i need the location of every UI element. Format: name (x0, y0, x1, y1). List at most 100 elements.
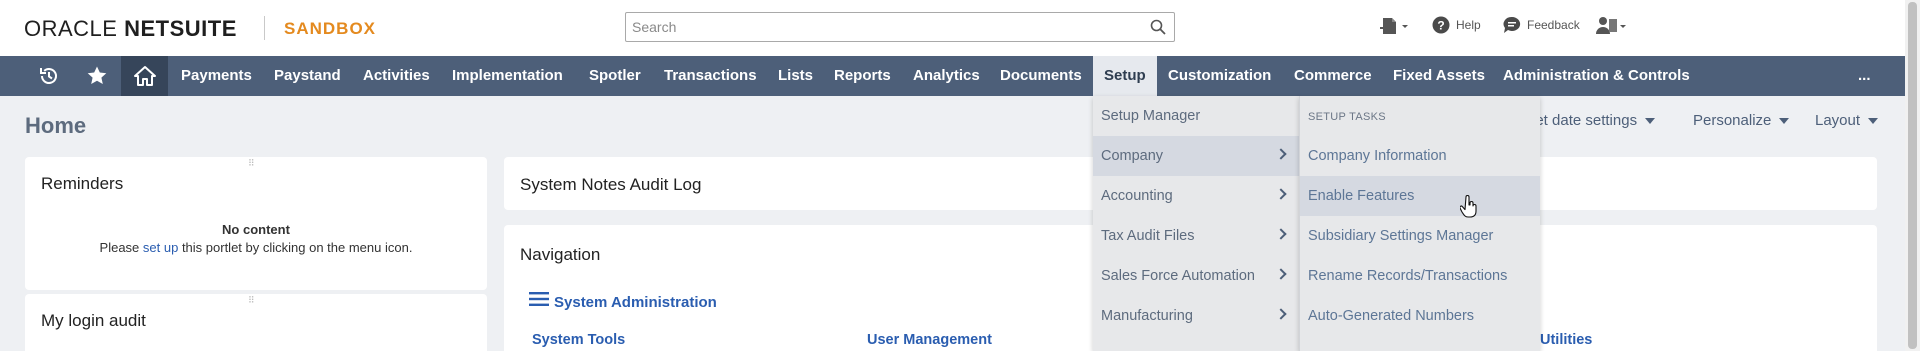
nav-transactions[interactable]: Transactions (653, 56, 768, 96)
no-content-text: No content (25, 222, 487, 237)
favorites-button[interactable] (76, 56, 118, 96)
page-title: Home (25, 113, 87, 138)
star-icon (87, 66, 107, 84)
nav-implementation[interactable]: Implementation (441, 56, 574, 96)
nav-documents[interactable]: Documents (989, 56, 1093, 96)
global-search[interactable] (625, 12, 1175, 42)
chevron-right-icon (1275, 228, 1287, 240)
help-link[interactable]: ? Help (1432, 16, 1481, 34)
svg-text:?: ? (1437, 19, 1444, 33)
help-label: Help (1456, 18, 1481, 32)
system-tools-link[interactable]: System Tools (532, 332, 625, 348)
company-submenu: SETUP TASKS Company Information Enable F… (1299, 96, 1540, 351)
menu-item-sales-force-automation[interactable]: Sales Force Automation (1093, 256, 1299, 296)
menu-item-setup-manager[interactable]: Setup Manager (1093, 96, 1299, 136)
login-audit-title: My login audit (41, 311, 146, 330)
hand-cursor-icon (1460, 195, 1477, 218)
home-icon (133, 66, 156, 86)
menu-item-label: Setup Manager (1101, 108, 1201, 124)
help-icon: ? (1432, 16, 1450, 34)
login-audit-portlet: ⠿ My login audit (25, 294, 487, 351)
menu-item-label: Company (1101, 148, 1164, 164)
setup-instruction-suffix: this portlet by clicking on the menu ico… (178, 240, 413, 255)
no-content-label: No content (222, 222, 290, 237)
nav-paystand[interactable]: Paystand (263, 56, 352, 96)
nav-setup[interactable]: Setup (1093, 56, 1157, 96)
chevron-right-icon (1275, 308, 1287, 320)
setup-instruction: Please set up this portlet by clicking o… (25, 240, 487, 255)
menu-item-tax-audit-files[interactable]: Tax Audit Files (1093, 216, 1299, 256)
personalize-label: Personalize (1693, 112, 1772, 129)
oracle-netsuite-logo[interactable]: ORACLE NETSUITE (24, 16, 237, 42)
drag-handle-icon[interactable]: ⠿ (248, 296, 264, 305)
nav-fixed-assets[interactable]: Fixed Assets (1382, 56, 1496, 96)
portlet-date-settings-menu[interactable]: let date settings (1532, 112, 1656, 129)
submenu-company-information[interactable]: Company Information (1300, 136, 1540, 176)
chevron-down-icon (1868, 117, 1879, 124)
menu-item-label: Tax Audit Files (1101, 228, 1195, 244)
top-header: ORACLE NETSUITE SANDBOX ? Help Feedback (0, 0, 1920, 56)
main-navigation: Payments Paystand Activities Implementat… (0, 56, 1905, 96)
feedback-icon (1503, 16, 1521, 33)
nav-activities[interactable]: Activities (352, 56, 441, 96)
logo-oracle-text: ORACLE (24, 16, 125, 41)
menu-list-icon (529, 292, 549, 306)
recent-records-button[interactable] (28, 56, 70, 96)
setup-instruction-prefix: Please (99, 240, 143, 255)
chevron-right-icon (1275, 148, 1287, 160)
page-scrollbar[interactable] (1905, 0, 1920, 351)
nav-payments[interactable]: Payments (170, 56, 263, 96)
submenu-auto-generated-numbers[interactable]: Auto-Generated Numbers (1300, 296, 1540, 336)
reminders-title: Reminders (41, 174, 124, 193)
setup-dropdown-menu: Setup Manager Company Accounting Tax Aud… (1093, 96, 1299, 351)
environment-badge: SANDBOX (284, 19, 377, 38)
menu-item-label: Accounting (1101, 188, 1173, 204)
nav-reports[interactable]: Reports (823, 56, 902, 96)
set-up-link[interactable]: set up (143, 240, 178, 255)
chevron-right-icon (1275, 268, 1287, 280)
chevron-right-icon (1275, 188, 1287, 200)
menu-item-label: Manufacturing (1101, 308, 1193, 324)
feedback-label: Feedback (1527, 18, 1580, 32)
drag-handle-icon[interactable]: ⠿ (248, 159, 264, 168)
system-administration-link[interactable]: System Administration (554, 294, 717, 311)
nav-commerce[interactable]: Commerce (1283, 56, 1383, 96)
personalize-menu[interactable]: Personalize (1693, 112, 1790, 129)
submenu-subsidiary-settings-manager[interactable]: Subsidiary Settings Manager (1300, 216, 1540, 256)
menu-item-manufacturing[interactable]: Manufacturing (1093, 296, 1299, 336)
search-input[interactable] (626, 13, 1136, 41)
home-button[interactable] (121, 56, 168, 96)
create-new-icon (1380, 18, 1408, 34)
nav-more-button[interactable]: ... (1847, 56, 1882, 96)
history-icon (40, 68, 57, 84)
nav-administration-controls[interactable]: Administration & Controls (1492, 56, 1701, 96)
submenu-enable-features[interactable]: Enable Features (1300, 176, 1540, 216)
chevron-down-icon (1779, 117, 1790, 124)
system-notes-title: System Notes Audit Log (520, 175, 702, 194)
logo-netsuite-text: NETSUITE (124, 16, 237, 41)
reminders-portlet: ⠿ Reminders No content Please set up thi… (25, 157, 487, 290)
menu-item-label: Sales Force Automation (1101, 268, 1255, 284)
nav-analytics[interactable]: Analytics (902, 56, 991, 96)
search-icon[interactable] (1150, 19, 1166, 35)
submenu-rename-records-transactions[interactable]: Rename Records/Transactions (1300, 256, 1540, 296)
user-roles-icon (1596, 17, 1626, 34)
logo-divider (264, 16, 265, 40)
recent-records-menu[interactable] (1380, 16, 1416, 36)
utilities-link[interactable]: Utilities (1540, 332, 1592, 348)
menu-item-accounting[interactable]: Accounting (1093, 176, 1299, 216)
nav-spotler[interactable]: Spotler (578, 56, 652, 96)
layout-menu[interactable]: Layout (1815, 112, 1879, 129)
portlet-date-settings-label: let date settings (1532, 112, 1638, 129)
navigation-title: Navigation (520, 245, 601, 264)
setup-tasks-heading: SETUP TASKS (1308, 111, 1386, 123)
user-management-link[interactable]: User Management (867, 332, 992, 348)
menu-item-company[interactable]: Company (1093, 136, 1299, 176)
feedback-link[interactable]: Feedback (1503, 16, 1580, 34)
nav-lists[interactable]: Lists (767, 56, 824, 96)
chevron-down-icon (1645, 117, 1656, 124)
layout-label: Layout (1815, 112, 1861, 129)
user-role-menu[interactable] (1595, 16, 1633, 36)
scrollbar-thumb[interactable] (1908, 2, 1917, 349)
nav-customization[interactable]: Customization (1157, 56, 1282, 96)
